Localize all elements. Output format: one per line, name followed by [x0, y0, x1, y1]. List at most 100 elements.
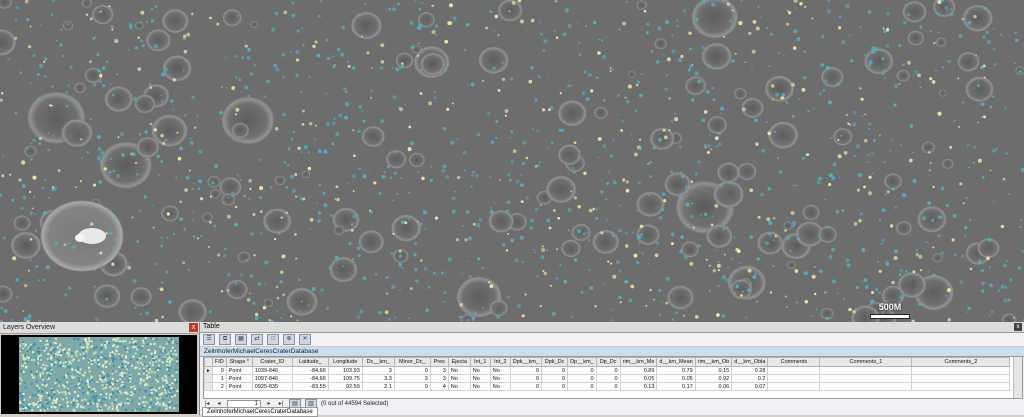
overview-point [29, 407, 32, 410]
crater-point [507, 173, 511, 177]
column-header[interactable]: Latitude_ [291, 357, 329, 367]
crater-point [160, 133, 164, 138]
clear-selection-icon[interactable]: □ [267, 334, 279, 345]
overview-point [35, 350, 38, 353]
attribute-grid[interactable]: FID Shape * Crater_ID Latitude_ Longitude Dc_… [203, 356, 1023, 399]
related-tables-icon[interactable]: ⧉ [219, 334, 231, 345]
column-header[interactable]: rim__km_Ob [694, 357, 733, 367]
crater-point [499, 179, 501, 181]
crater-point [711, 2, 716, 7]
crater-point [387, 317, 391, 321]
table-row[interactable]: ▸ 0 Point 1039-846 -84.66 103.93 3 0 3 No No No 0 0 0 0… [204, 366, 1011, 375]
crater-point [538, 160, 542, 164]
zoom-to-selected-icon[interactable]: ⊕ [283, 334, 295, 345]
column-header[interactable]: rim__km_Me [619, 357, 658, 367]
crater-point [983, 76, 986, 79]
overview-point [54, 402, 57, 405]
crater-point [298, 278, 301, 282]
overview-point [133, 385, 136, 388]
overview-point [164, 375, 167, 377]
column-header[interactable]: Dpk__km_ [509, 357, 543, 367]
table-cell [819, 382, 913, 391]
overview-point [20, 404, 23, 407]
crater-point [557, 216, 561, 220]
table-footer-tab[interactable]: ZeilnhoferMichaelCeresCraterDatabase [202, 407, 318, 417]
column-header[interactable]: Int_1 [469, 357, 491, 367]
crater-point [726, 226, 729, 229]
crater [962, 4, 994, 32]
column-header[interactable] [204, 357, 213, 367]
overview-point [92, 390, 94, 393]
column-header[interactable]: FID [211, 357, 227, 367]
crater-point [741, 107, 746, 112]
overview-point [39, 409, 42, 412]
crater-point [148, 83, 152, 86]
column-header[interactable]: Comments_1 [819, 357, 913, 367]
map-view[interactable]: 500M [0, 0, 1024, 322]
crater-point [249, 72, 253, 76]
crater-point [15, 296, 19, 299]
crater-point [931, 80, 936, 84]
crater-point [980, 116, 983, 119]
delete-selected-icon[interactable]: ✕ [299, 334, 311, 345]
table-close-button[interactable]: x [1014, 323, 1022, 331]
crater-point [678, 57, 683, 62]
column-header[interactable]: Longitude [327, 357, 363, 367]
crater-point [93, 268, 97, 272]
column-header[interactable]: Dpk_Dc [541, 357, 569, 367]
column-header[interactable]: Dp_Dc [595, 357, 621, 367]
overview-point [88, 408, 91, 411]
crater-point [772, 264, 775, 268]
overview-point [122, 366, 125, 369]
crater-point [447, 21, 452, 26]
switch-selection-icon[interactable]: ⇄ [251, 334, 263, 345]
crater-point [577, 229, 582, 234]
overview-point [105, 358, 108, 361]
column-header[interactable]: Shape * [225, 357, 253, 367]
column-header[interactable]: d__km_Mean [656, 357, 696, 367]
crater-point [384, 310, 389, 315]
crater-point [246, 298, 251, 302]
column-header[interactable]: Comments [767, 357, 821, 367]
crater-point [492, 66, 496, 71]
overview-point [176, 362, 179, 365]
table-cell: 0 [509, 366, 543, 375]
crater-point [549, 284, 552, 287]
crater-point [754, 118, 759, 122]
column-header[interactable]: Dc__km_ [361, 357, 395, 367]
column-header[interactable]: Minor_Dc_ [393, 357, 431, 367]
crater-point [307, 304, 310, 307]
table-options-icon[interactable]: ☰ [203, 334, 215, 345]
table-vertical-scrollbar[interactable] [1013, 357, 1022, 398]
crater-point [33, 195, 36, 198]
crater-point [814, 292, 817, 296]
crater-point [752, 275, 757, 280]
overview-close-button[interactable]: x [189, 323, 198, 332]
crater-point [423, 267, 428, 271]
column-header[interactable]: d__km_Obla [731, 357, 769, 367]
crater-point [234, 55, 237, 58]
overview-point [150, 391, 153, 394]
crater-point [524, 293, 527, 296]
overview-point [94, 390, 97, 393]
crater-point [39, 63, 44, 68]
select-by-attributes-icon[interactable]: ▦ [235, 334, 247, 345]
overview-point [82, 357, 85, 360]
overview-point [124, 356, 127, 359]
overview-point [93, 400, 96, 403]
column-header[interactable]: Comments_2 [911, 357, 1011, 367]
column-header[interactable]: Dp__km_ [567, 357, 597, 367]
table-cell [767, 366, 821, 375]
overview-map[interactable] [1, 335, 197, 414]
column-header[interactable]: Ejecta [447, 357, 471, 367]
crater-point [282, 293, 285, 297]
table-row[interactable]: 1 Point 1097-846 -84.66 109.75 3.3 3 3 No No No 0 0 0… [204, 374, 1011, 383]
column-header[interactable]: Pres [429, 357, 449, 367]
crater-point [129, 25, 133, 30]
column-header[interactable]: Int_2 [489, 357, 511, 367]
table-cell: 0.17 [656, 382, 696, 391]
crater-point [341, 25, 345, 29]
column-header[interactable]: Crater_ID [251, 357, 293, 367]
crater-point [723, 253, 726, 256]
table-row[interactable]: 2 Point 0925-835 -83.55 92.59 2.1 0 4 No No No 0 0 0 0… [204, 382, 1011, 391]
